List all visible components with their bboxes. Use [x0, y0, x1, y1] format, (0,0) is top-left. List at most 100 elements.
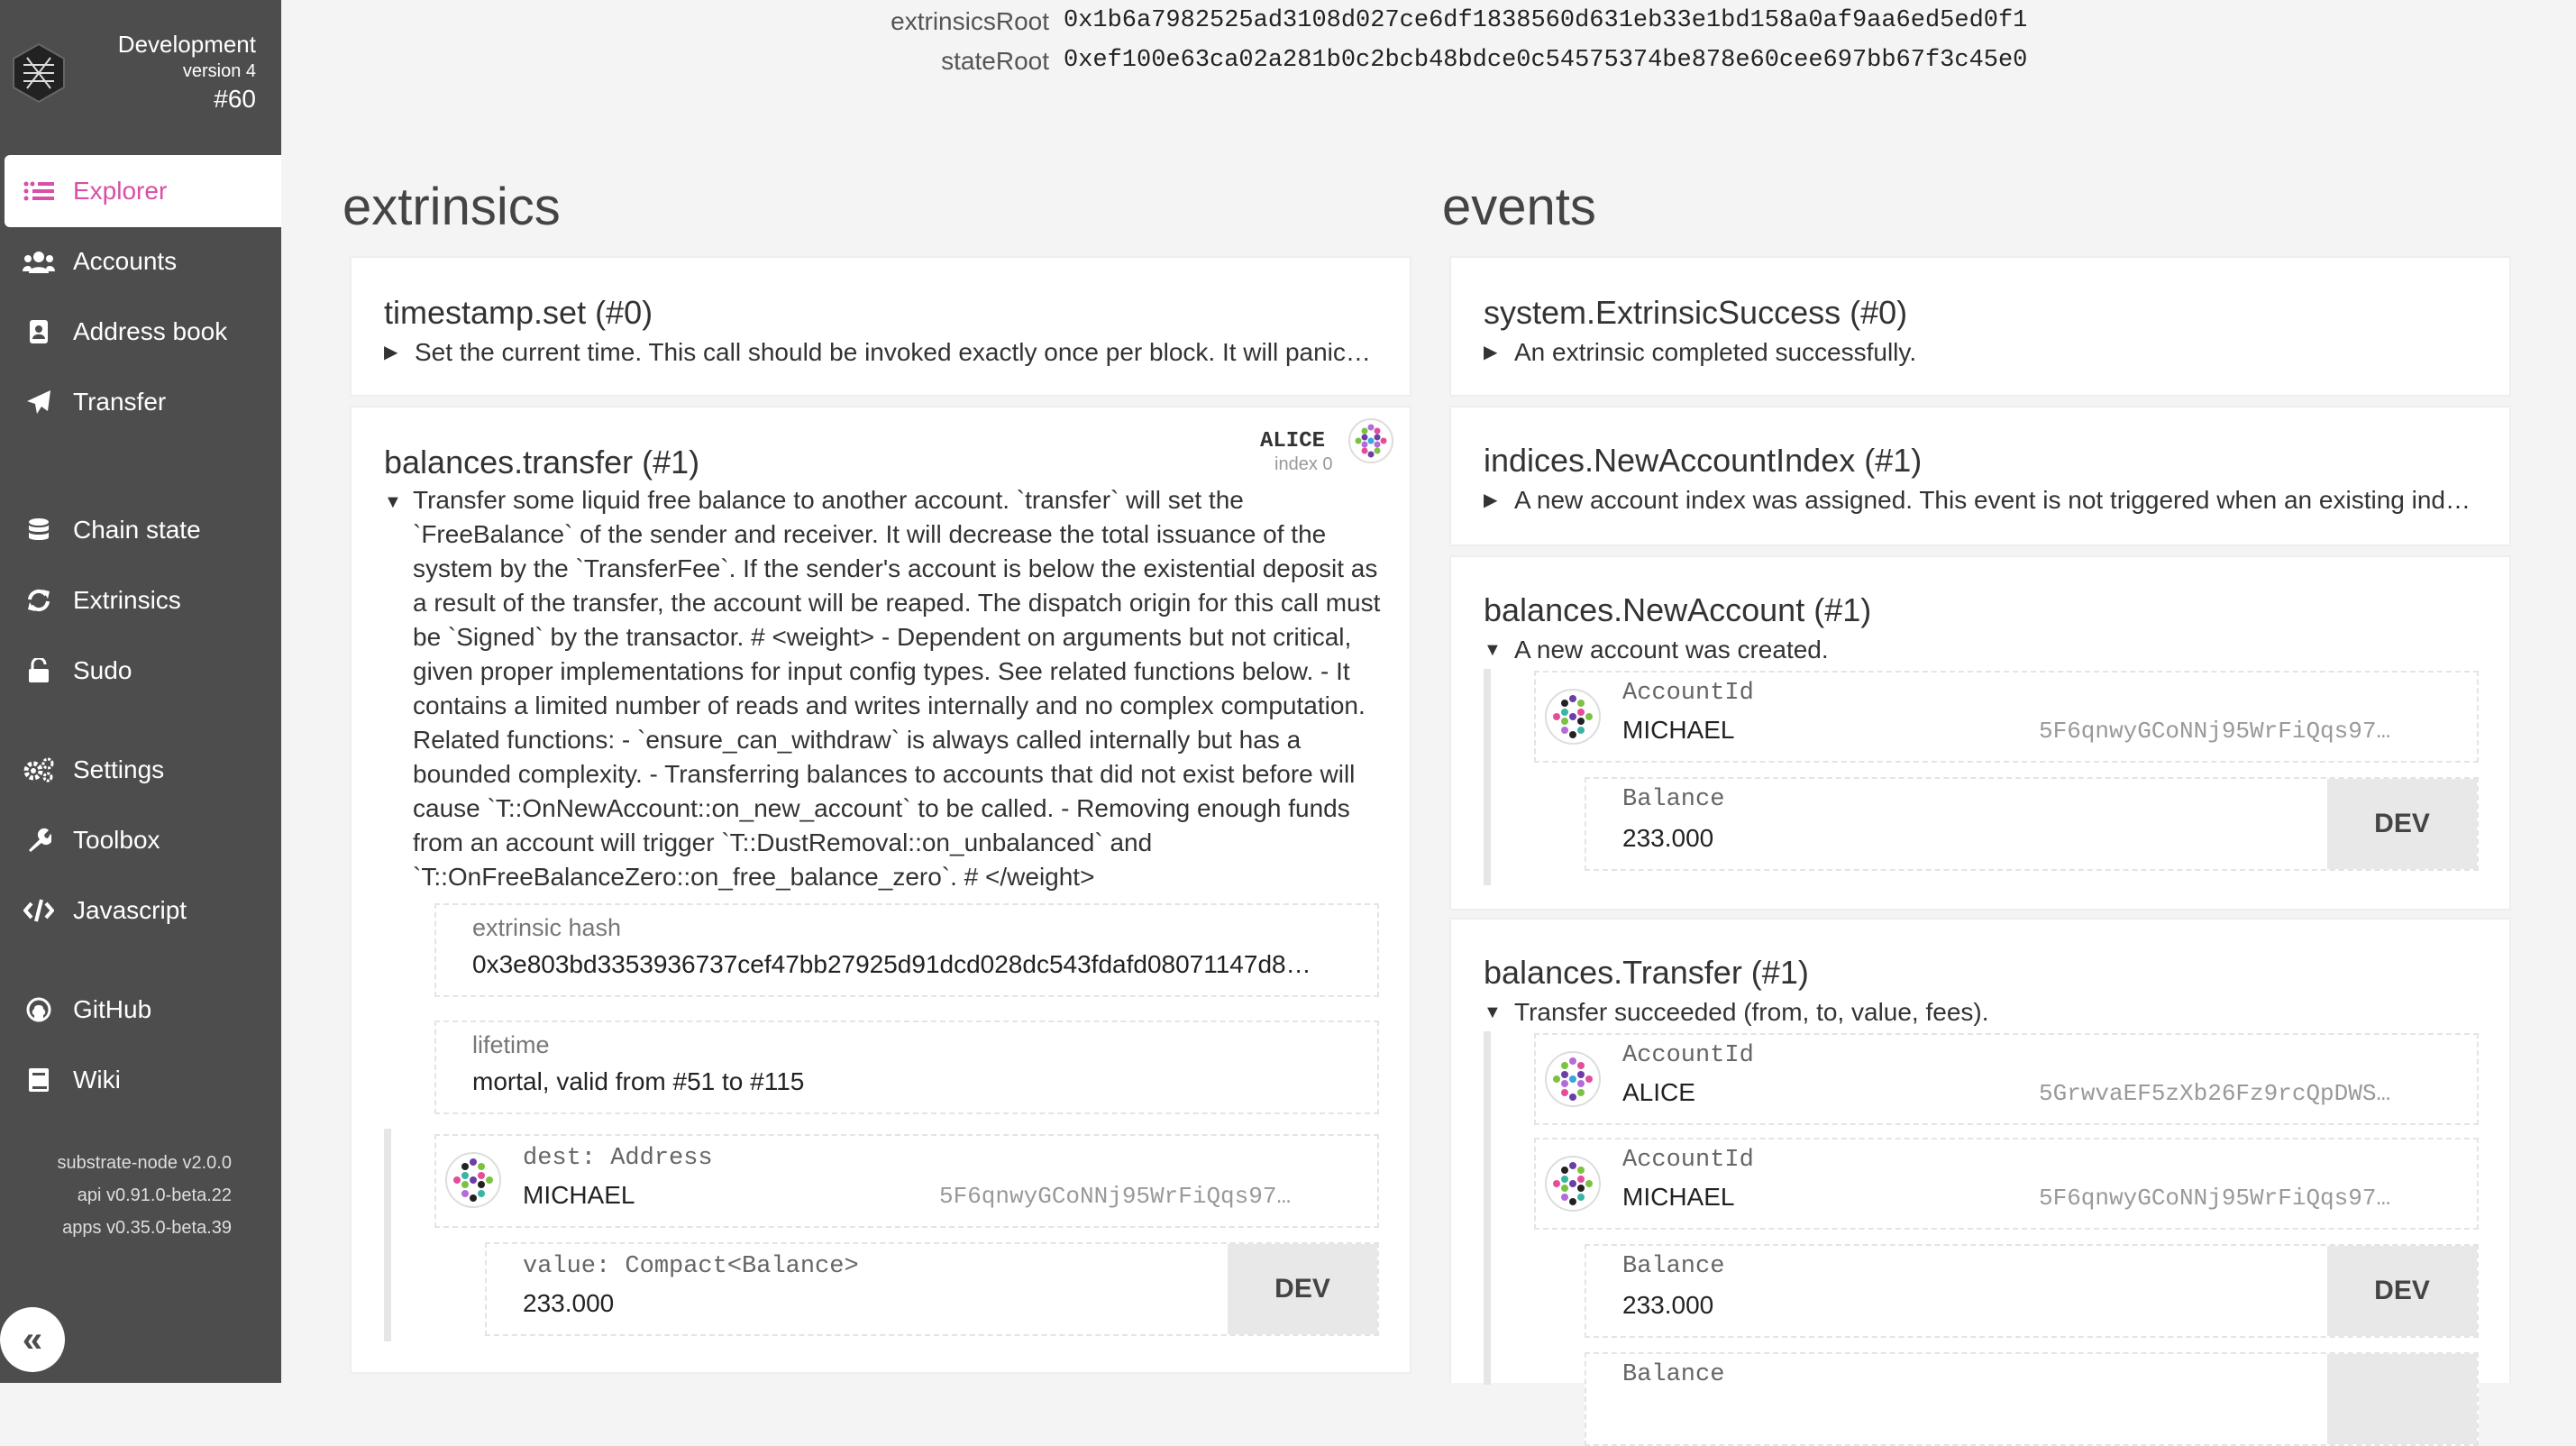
sidebar-item-transfer[interactable]: Transfer [5, 366, 281, 438]
sidebar-item-chain-state[interactable]: Chain state [5, 494, 281, 566]
caret-down-icon: ▼ [1484, 639, 1502, 660]
signer-name: ALICE [1260, 429, 1326, 453]
from-account-name: ALICE [1622, 1078, 1695, 1106]
dest-account-name: MICHAEL [523, 1181, 635, 1209]
lifetime-value: mortal, valid from #51 to #115 [472, 1067, 805, 1095]
sidebar-item-label: Toolbox [73, 826, 160, 854]
event-description: Transfer succeeded (from, to, value, fee… [1514, 997, 1989, 1026]
apps-version: apps v0.35.0-beta.39 [62, 1218, 232, 1238]
sidebar-item-label: Settings [73, 755, 165, 783]
signer-identicon[interactable] [1348, 418, 1393, 463]
extrinsic-description: Set the current time. This call should b… [415, 337, 1371, 366]
extrinsics-root-value: 0x1b6a7982525ad3108d027ce6df1838560d631e… [1064, 7, 2028, 34]
event-description-toggle[interactable]: ▶ A new account index was assigned. This … [1484, 481, 2488, 517]
sidebar-item-wiki[interactable]: Wiki [5, 1044, 281, 1116]
sidebar-item-address-book[interactable]: Address book [5, 296, 281, 368]
event-description: An extrinsic completed successfully. [1514, 337, 1917, 366]
value-param-field: value: Compact<Balance> 233.000 DEV [485, 1242, 1379, 1336]
event-description-toggle[interactable]: ▶ An extrinsic completed successfully. [1484, 334, 2488, 370]
sidebar-item-label: Sudo [73, 656, 132, 684]
users-icon [21, 247, 57, 276]
sidebar-item-toolbox[interactable]: Toolbox [5, 804, 281, 876]
params-indent-bar [1484, 1031, 1491, 1385]
address-book-icon [21, 317, 57, 346]
lifetime-field: lifetime mortal, valid from #51 to #115 [434, 1020, 1379, 1114]
from-account-address[interactable]: 5GrwvaEF5zXb26Fz9rcQpDWS… [2039, 1080, 2390, 1107]
account-identicon[interactable] [1545, 689, 1601, 745]
sidebar-item-explorer[interactable]: Explorer [5, 155, 281, 227]
sync-icon [21, 586, 57, 615]
event-description-toggle[interactable]: ▼ A new account was created. [1484, 631, 1829, 667]
sidebar: Development version 4 #60 Explorer Accou… [0, 0, 281, 1383]
balance-label: Balance [1622, 786, 1725, 813]
github-icon [21, 995, 57, 1024]
account-address[interactable]: 5F6qnwyGCoNNj95WrFiQqs97… [2039, 718, 2390, 745]
sidebar-item-label: Accounts [73, 247, 178, 275]
event-card-extrinsic-success: system.ExtrinsicSuccess (#0) ▶ An extrins… [1449, 256, 2511, 397]
caret-right-icon: ▶ [384, 342, 398, 362]
event-title: balances.Transfer (#1) [1484, 954, 1809, 991]
extrinsic-hash-field: extrinsic hash 0x3e803bd3353936737cef47b… [434, 903, 1379, 997]
sidebar-item-label: Wiki [73, 1066, 121, 1094]
signer-index: index 0 [1274, 454, 1333, 474]
to-account-address[interactable]: 5F6qnwyGCoNNj95WrFiQqs97… [2039, 1185, 2390, 1212]
event-description: A new account index was assigned. This e… [1514, 485, 2471, 514]
sidebar-item-accounts[interactable]: Accounts [5, 225, 281, 297]
fee-balance-label: Balance [1622, 1361, 1725, 1388]
event-description: A new account was created. [1514, 635, 1829, 664]
fee-balance-unit-selector[interactable] [2327, 1354, 2477, 1444]
to-account-id-label: AccountId [1622, 1147, 1754, 1174]
dest-identicon[interactable] [445, 1152, 501, 1208]
sidebar-item-label: Address book [73, 317, 228, 345]
sidebar-item-label: Transfer [73, 388, 167, 416]
fee-balance-param-field: Balance [1585, 1352, 2479, 1446]
extrinsic-hash-value: 0x3e803bd3353936737cef47bb27925d91dcd028… [472, 950, 1311, 978]
balance-value: 233.000 [1622, 1291, 1714, 1319]
event-description-toggle[interactable]: ▼ Transfer succeeded (from, to, value, fe… [1484, 993, 1989, 1030]
sidebar-item-label: Javascript [73, 896, 187, 924]
collapse-sidebar-button[interactable]: « [0, 1307, 65, 1372]
sidebar-item-extrinsics[interactable]: Extrinsics [5, 564, 281, 636]
event-title: indices.NewAccountIndex (#1) [1484, 442, 1923, 479]
book-icon [21, 1066, 57, 1094]
from-account-param-field: AccountId ALICE 5GrwvaEF5zXb26Fz9rcQpDWS… [1534, 1033, 2479, 1125]
from-account-id-label: AccountId [1622, 1042, 1754, 1069]
sidebar-item-sudo[interactable]: Sudo [5, 635, 281, 707]
sidebar-item-settings[interactable]: Settings [5, 734, 281, 806]
extrinsic-description-toggle[interactable]: ▼ Transfer some liquid free balance to a… [384, 483, 1386, 894]
event-title: balances.NewAccount (#1) [1484, 591, 1872, 628]
from-account-identicon[interactable] [1545, 1051, 1601, 1107]
value-param-label: value: Compact<Balance> [523, 1253, 859, 1280]
node-version: substrate-node v2.0.0 [57, 1153, 232, 1173]
to-account-name: MICHAEL [1622, 1183, 1735, 1211]
api-version: api v0.91.0-beta.22 [77, 1185, 232, 1205]
to-account-identicon[interactable] [1545, 1156, 1601, 1212]
explorer-grid-icon [21, 177, 57, 206]
substrate-logo[interactable] [7, 41, 70, 105]
balance-label: Balance [1622, 1253, 1725, 1280]
paper-plane-icon [21, 388, 57, 416]
event-card-transfer: balances.Transfer (#1) ▼ Transfer succeed… [1449, 918, 2511, 1446]
extrinsic-description: Transfer some liquid free balance to ano… [413, 486, 1381, 891]
block-roots: extrinsicsRoot 0x1b6a7982525ad3108d027ce… [281, 0, 2576, 81]
dest-account-address[interactable]: 5F6qnwyGCoNNj95WrFiQqs97… [939, 1183, 1291, 1210]
params-indent-bar [384, 1129, 391, 1341]
version-info: substrate-node v2.0.0 api v0.91.0-beta.2… [0, 1147, 281, 1244]
extrinsic-card-timestamp: timestamp.set (#0) ▶ Set the current time… [350, 256, 1411, 397]
extrinsic-title: balances.transfer (#1) [384, 444, 700, 480]
value-unit-selector[interactable]: DEV [1228, 1244, 1377, 1334]
state-root-value: 0xef100e63ca02a281b0c2bcb48bdce0c5457537… [1064, 47, 2028, 74]
chain-name: Development [117, 31, 256, 58]
value-param-value: 233.000 [523, 1289, 615, 1317]
params-indent-bar [1484, 669, 1491, 885]
unlock-icon [21, 656, 57, 685]
code-icon [21, 896, 57, 925]
sidebar-item-javascript[interactable]: Javascript [5, 874, 281, 947]
balance-unit-selector[interactable]: DEV [2327, 779, 2477, 869]
balance-param-field: Balance 233.000 DEV [1585, 1244, 2479, 1338]
sidebar-item-github[interactable]: GitHub [5, 974, 281, 1046]
balance-value: 233.000 [1622, 824, 1714, 852]
balance-unit-selector[interactable]: DEV [2327, 1246, 2477, 1336]
extrinsic-description-toggle[interactable]: ▶ Set the current time. This call should … [384, 334, 1388, 370]
sidebar-item-label: Chain state [73, 516, 201, 544]
